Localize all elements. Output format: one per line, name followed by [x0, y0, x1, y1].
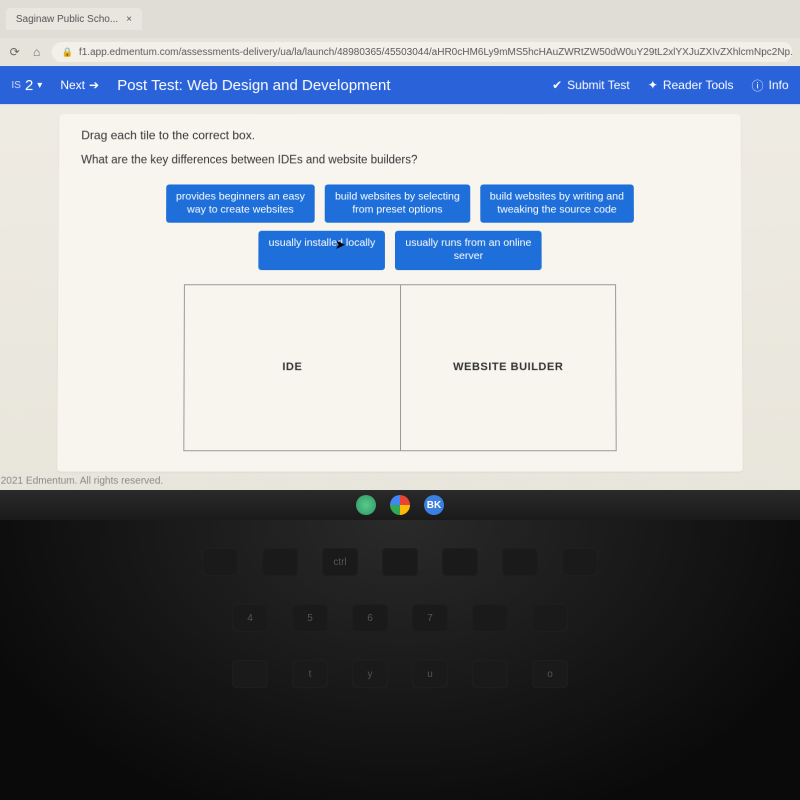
- section-number: 2: [25, 77, 33, 94]
- reader-tools-button[interactable]: ✦ Reader Tools: [648, 78, 734, 92]
- lock-icon: 🔒: [62, 47, 73, 58]
- os-taskbar: BK: [0, 490, 800, 520]
- key: t: [292, 660, 328, 688]
- taskbar-app-icon[interactable]: [356, 495, 376, 515]
- info-icon: ⓘ: [751, 77, 763, 94]
- copyright-text: 2021 Edmentum. All rights reserved.: [1, 476, 164, 487]
- instruction-text: Drag each tile to the correct box.: [81, 128, 719, 142]
- section-selector[interactable]: IS 2 ▾: [11, 77, 42, 94]
- bk-icon-text: BK: [427, 500, 441, 511]
- check-icon: ✔: [552, 78, 562, 92]
- drop-label-website-builder: WEBSITE BUILDER: [453, 361, 563, 373]
- close-tab-icon[interactable]: ×: [126, 13, 132, 24]
- browser-toolbar: ⟳ ⌂ 🔒 f1.app.edmentum.com/assessments-de…: [0, 38, 800, 66]
- key: ctrl: [322, 548, 358, 576]
- laptop-keyboard: ctrl 4 5 6 7 t y u o: [0, 520, 800, 800]
- page-title: Post Test: Web Design and Development: [117, 77, 534, 94]
- key: [262, 548, 298, 576]
- key: u: [412, 660, 448, 688]
- taskbar-bk-icon[interactable]: BK: [424, 495, 444, 515]
- browser-tab[interactable]: Saginaw Public Scho... ×: [6, 8, 142, 30]
- drop-zones: IDE WEBSITE BUILDER: [79, 284, 720, 451]
- key: o: [532, 660, 568, 688]
- key: [472, 660, 508, 688]
- key: [502, 548, 538, 576]
- address-bar[interactable]: 🔒 f1.app.edmentum.com/assessments-delive…: [52, 42, 793, 62]
- key: 5: [292, 604, 328, 632]
- home-icon[interactable]: ⌂: [30, 45, 44, 59]
- tile-online-server[interactable]: usually runs from an online server: [395, 231, 541, 270]
- tile-source-code[interactable]: build websites by writing and tweaking t…: [480, 184, 634, 222]
- key: [442, 548, 478, 576]
- key: [562, 548, 598, 576]
- drop-box-website-builder[interactable]: WEBSITE BUILDER: [400, 284, 617, 451]
- app-header-bar: IS 2 ▾ Next ➔ Post Test: Web Design and …: [0, 66, 800, 104]
- laptop-screen: Saginaw Public Scho... × ⟳ ⌂ 🔒 f1.app.ed…: [0, 0, 800, 514]
- info-label: Info: [768, 78, 788, 92]
- key: [202, 548, 238, 576]
- chevron-down-icon: ▾: [37, 80, 42, 91]
- key: [382, 548, 418, 576]
- drop-label-ide: IDE: [282, 361, 302, 373]
- header-actions: ✔ Submit Test ✦ Reader Tools ⓘ Info: [552, 77, 789, 94]
- question-card: Drag each tile to the correct box. What …: [57, 114, 743, 471]
- reader-label: Reader Tools: [663, 78, 734, 92]
- submit-label: Submit Test: [567, 78, 630, 92]
- tile-installed-locally[interactable]: usually installed locally: [258, 231, 385, 270]
- tiles-row-2: usually installed locally usually runs f…: [258, 231, 541, 270]
- key: [472, 604, 508, 632]
- draggable-tiles-area: provides beginners an easy way to create…: [81, 184, 720, 269]
- key: [532, 604, 568, 632]
- submit-test-button[interactable]: ✔ Submit Test: [552, 78, 630, 92]
- tile-beginners[interactable]: provides beginners an easy way to create…: [166, 184, 315, 222]
- tile-preset-options[interactable]: build websites by selecting from preset …: [325, 184, 470, 222]
- url-text: f1.app.edmentum.com/assessments-delivery…: [79, 47, 793, 58]
- info-button[interactable]: ⓘ Info: [751, 77, 788, 94]
- key: 6: [352, 604, 388, 632]
- tools-icon: ✦: [648, 78, 658, 92]
- drop-box-ide[interactable]: IDE: [183, 284, 400, 451]
- key: 7: [412, 604, 448, 632]
- arrow-right-icon: ➔: [89, 78, 99, 92]
- question-text: What are the key differences between IDE…: [81, 154, 719, 166]
- tiles-row-1: provides beginners an easy way to create…: [166, 184, 634, 222]
- tab-label: Saginaw Public Scho...: [16, 13, 118, 24]
- reload-icon[interactable]: ⟳: [8, 45, 22, 59]
- key: [232, 660, 268, 688]
- key: y: [352, 660, 388, 688]
- next-label: Next: [60, 78, 85, 92]
- next-button[interactable]: Next ➔: [60, 78, 99, 92]
- browser-tab-strip: Saginaw Public Scho... ×: [0, 0, 800, 38]
- key: 4: [232, 604, 268, 632]
- chrome-icon[interactable]: [390, 495, 410, 515]
